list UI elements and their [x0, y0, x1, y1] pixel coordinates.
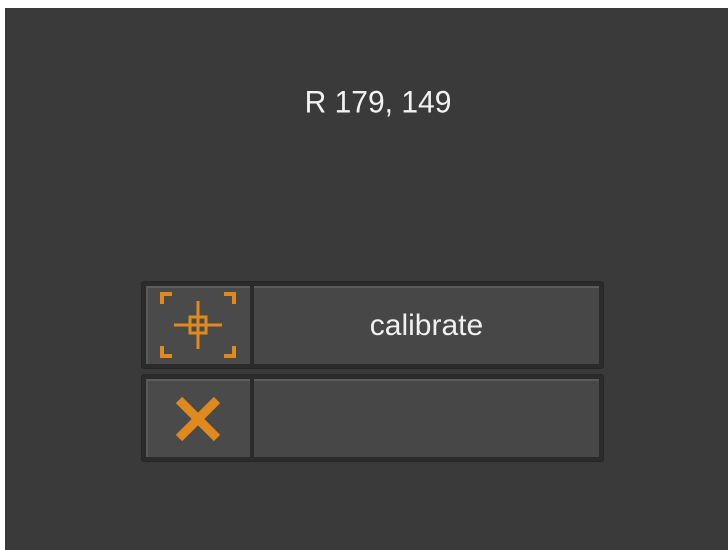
calibrate-menu-row: calibrate: [142, 282, 603, 368]
crosshair-target-icon: [160, 292, 236, 358]
calibrate-button[interactable]: calibrate: [254, 286, 599, 364]
close-label-area[interactable]: [254, 379, 599, 457]
close-x-icon: [175, 396, 221, 442]
calibrate-label: calibrate: [369, 309, 484, 342]
coordinate-readout: R 179, 149: [304, 85, 452, 120]
close-menu-row: [142, 375, 603, 461]
calibrate-icon-button[interactable]: [146, 286, 250, 364]
close-label: [254, 381, 599, 457]
close-button[interactable]: [146, 379, 250, 457]
device-screen: R 179, 149 calibrate: [5, 8, 728, 550]
